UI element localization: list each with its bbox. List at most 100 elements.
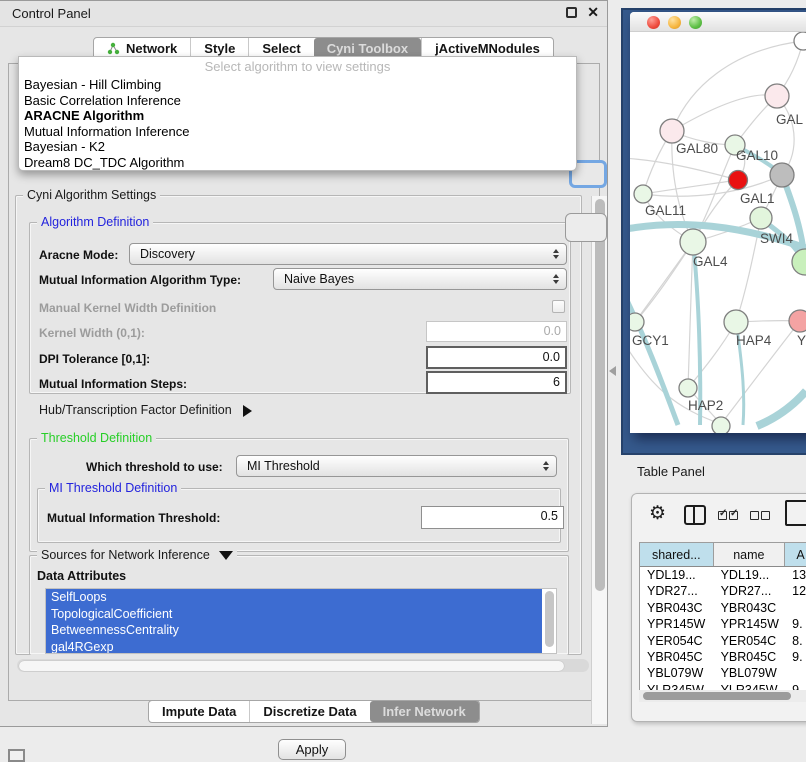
dropdown-placeholder: Select algorithm to view settings	[19, 57, 576, 77]
dropdown-item-selected[interactable]: ARACNE Algorithm	[19, 108, 576, 124]
cell: YPR145W	[714, 616, 786, 632]
list-item[interactable]: gal4RGexp	[46, 639, 542, 655]
network-node-gal11[interactable]	[634, 185, 652, 203]
column-header-name[interactable]: name	[714, 543, 786, 566]
cell: YER054C	[714, 633, 786, 649]
network-icon	[107, 42, 120, 55]
cyni-algorithm-settings-title: Cyni Algorithm Settings	[23, 188, 160, 202]
network-node-hap4[interactable]	[724, 310, 748, 334]
tab-cyni-toolbox-label: Cyni Toolbox	[327, 41, 408, 56]
network-node-gray[interactable]	[770, 163, 794, 187]
network-view-panel[interactable]: GAL GAL80 GAL10 GAL1 GAL11 SWI4 GAL4 GCY…	[621, 8, 806, 455]
network-node[interactable]	[712, 417, 730, 435]
manual-kernel-width-checkbox[interactable]	[552, 300, 565, 313]
vertical-scrollbar-thumb[interactable]	[595, 199, 605, 591]
document-icon[interactable]	[785, 500, 806, 526]
expander-expanded-icon	[219, 551, 233, 560]
settings-horizontal-scrollbar[interactable]	[17, 659, 589, 672]
dropdown-item[interactable]: Bayesian - Hill Climbing	[19, 77, 576, 93]
horizontal-scrollbar-thumb[interactable]	[19, 661, 564, 671]
cell: YBR045C	[640, 649, 714, 665]
table-hscroll-thumb[interactable]	[643, 692, 791, 700]
aracne-mode-combobox[interactable]: Discovery	[129, 243, 567, 265]
tab-infer-network-label: Infer Network	[383, 704, 466, 719]
mi-algorithm-type-label: Mutual Information Algorithm Type:	[39, 273, 241, 287]
deselect-all-icon[interactable]	[750, 507, 772, 525]
table-horizontal-scrollbar[interactable]	[639, 690, 806, 702]
cell: 13	[785, 567, 806, 583]
network-node-gcy1[interactable]	[626, 313, 644, 331]
list-item[interactable]: BetweennessCentrality	[46, 622, 542, 639]
close-panel-icon[interactable]: ✕	[587, 4, 599, 21]
apply-button[interactable]: Apply	[278, 739, 346, 760]
tab-discretize-data-label: Discretize Data	[263, 704, 356, 719]
select-all-icon[interactable]	[718, 507, 740, 525]
cell: YBR043C	[714, 600, 786, 616]
unchecked-box-icon	[761, 511, 770, 520]
tab-infer-network[interactable]: Infer Network	[370, 701, 479, 722]
kernel-width-field[interactable]: 0.0	[426, 321, 567, 342]
sources-group-title[interactable]: Sources for Network Inference	[37, 548, 237, 562]
minimized-panel-icon[interactable]	[8, 749, 25, 762]
table-row[interactable]: YBR043CYBR043C	[640, 600, 806, 616]
hub-tf-definition-expander[interactable]: Hub/Transcription Factor Definition	[39, 403, 252, 417]
tab-discretize-data[interactable]: Discretize Data	[249, 701, 369, 722]
table-header-row: shared... name A	[640, 543, 806, 567]
control-panel-titlebar: Control Panel ✕	[0, 1, 607, 27]
dropdown-item[interactable]: Dream8 DC_TDC Algorithm	[19, 155, 576, 171]
aracne-mode-label: Aracne Mode:	[39, 248, 118, 262]
network-node-swi4[interactable]	[792, 249, 806, 275]
mi-algorithm-type-value: Naive Bayes	[284, 272, 354, 286]
tab-impute-data[interactable]: Impute Data	[149, 701, 249, 722]
dropdown-item[interactable]: Bayesian - K2	[19, 139, 576, 155]
tab-network-label: Network	[126, 41, 177, 56]
gear-icon[interactable]: ⚙	[649, 502, 666, 526]
cell: YDL19...	[640, 567, 714, 583]
threshold-definition-title: Threshold Definition	[37, 431, 156, 445]
network-graph[interactable]	[621, 8, 806, 455]
columns-icon[interactable]	[684, 505, 706, 525]
table-row[interactable]: YBR045CYBR045C9.	[640, 649, 806, 665]
network-node-gal1[interactable]	[750, 207, 772, 229]
list-item[interactable]: TopologicalCoefficient	[46, 606, 542, 623]
settings-vertical-scrollbar[interactable]	[591, 196, 607, 724]
cell: YBL079W	[714, 665, 786, 681]
list-scrollbar[interactable]	[545, 591, 554, 647]
algorithm-definition-title: Algorithm Definition	[37, 215, 153, 229]
list-item[interactable]: SelfLoops	[46, 589, 542, 606]
network-node[interactable]	[794, 32, 806, 50]
mi-algorithm-type-combobox[interactable]: Naive Bayes	[273, 268, 567, 290]
which-threshold-combobox[interactable]: MI Threshold	[236, 455, 557, 477]
unchecked-box-icon	[750, 511, 759, 520]
mi-steps-field[interactable]: 6	[426, 371, 567, 394]
table-row[interactable]: YBL079WYBL079W	[640, 665, 806, 681]
table-row[interactable]: YDL19...YDL19...13	[640, 567, 806, 583]
mi-threshold-field[interactable]: 0.5	[421, 506, 564, 529]
dropdown-item[interactable]: Basic Correlation Inference	[19, 93, 576, 109]
table-row[interactable]: YDR27...YDR27...12	[640, 583, 806, 599]
network-node-gal[interactable]	[765, 84, 789, 108]
table-row[interactable]: YER054CYER054C8.	[640, 633, 806, 649]
which-threshold-label: Which threshold to use:	[86, 460, 223, 474]
network-node-gal10[interactable]	[725, 135, 745, 155]
column-header-shared-name[interactable]: shared...	[640, 543, 714, 566]
dropdown-item[interactable]: Mutual Information Inference	[19, 124, 576, 140]
network-node-gal4[interactable]	[680, 229, 706, 255]
network-node-gal80[interactable]	[660, 119, 684, 143]
network-node-hap2[interactable]	[679, 379, 697, 397]
mi-threshold-label: Mutual Information Threshold:	[47, 511, 220, 525]
table-panel-title: Table Panel	[637, 464, 705, 479]
network-node-selected-red[interactable]	[729, 171, 748, 190]
cell	[785, 600, 806, 616]
node-table[interactable]: shared... name A YDL19...YDL19...13 YDR2…	[639, 542, 806, 702]
split-pane-grip[interactable]	[609, 366, 616, 376]
dpi-tolerance-field[interactable]: 0.0	[426, 346, 567, 369]
table-row[interactable]: YPR145WYPR145W9.	[640, 616, 806, 632]
dpi-tolerance-label: DPI Tolerance [0,1]:	[39, 352, 150, 366]
network-node-y[interactable]	[789, 310, 806, 332]
column-header-partial[interactable]: A	[785, 543, 806, 566]
cell: YBR043C	[640, 600, 714, 616]
float-panel-icon[interactable]	[566, 7, 577, 18]
table-panel-window: ⚙ shared... name A YDL19...YDL19...13 YD…	[631, 493, 806, 722]
data-attributes-list[interactable]: SelfLoops TopologicalCoefficient Between…	[45, 588, 557, 654]
